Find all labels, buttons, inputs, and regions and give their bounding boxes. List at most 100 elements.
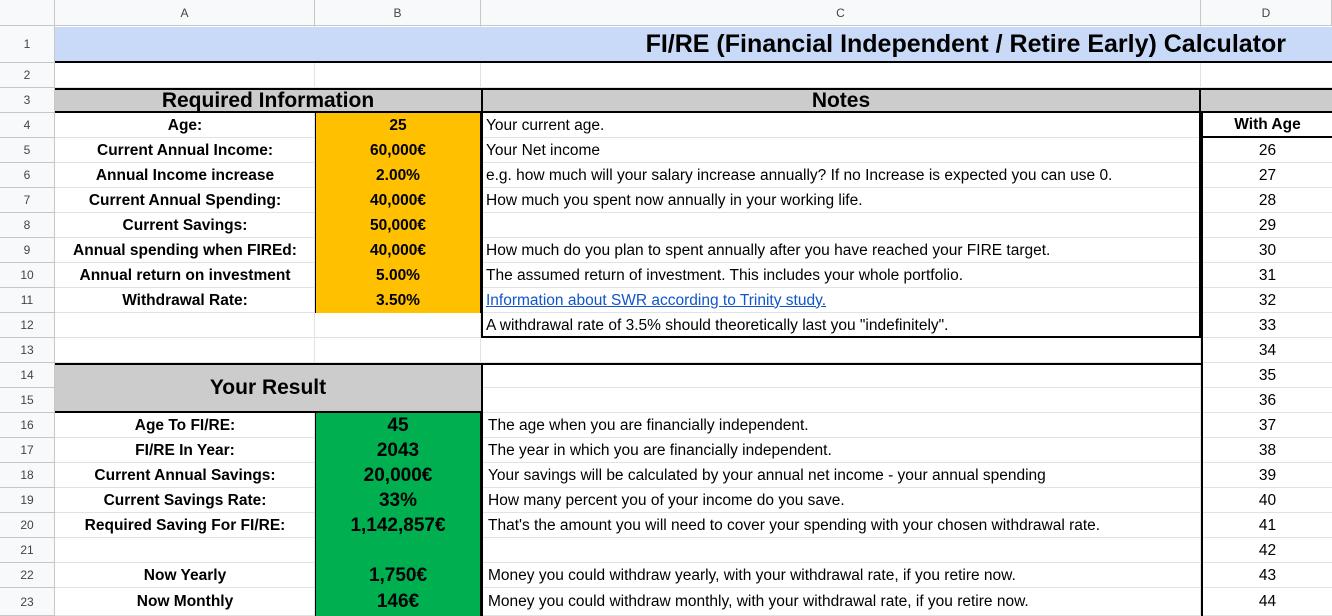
note-text: Your savings will be calculated by your …	[481, 463, 1201, 488]
note-text: The assumed return of investment. This i…	[486, 266, 964, 284]
result-label: Current Annual Savings:	[94, 466, 276, 484]
row-header-22[interactable]: 22	[0, 563, 55, 588]
row-header-18[interactable]: 18	[0, 463, 55, 488]
note-text: How much do you plan to spent annually a…	[486, 241, 1051, 259]
swr-info-link-text[interactable]: Information about SWR according to Trini…	[486, 292, 826, 310]
result-label: Now Yearly	[143, 566, 227, 584]
result-value: 45	[315, 413, 481, 438]
result-value: 2043	[315, 438, 481, 463]
age-value: 38	[1201, 438, 1332, 463]
age-value: 26	[1201, 138, 1332, 163]
age-column-header-blank	[1201, 88, 1332, 113]
required-input[interactable]: 2.00%	[315, 163, 481, 188]
note-text	[481, 213, 1201, 238]
row-header-4[interactable]: 4	[0, 113, 55, 138]
age-value: 42	[1201, 538, 1332, 563]
row-header-20[interactable]: 20	[0, 513, 55, 538]
row-header-9[interactable]: 9	[0, 238, 55, 263]
required-input[interactable]: 60,000€	[315, 138, 481, 163]
row-header-14[interactable]: 14	[0, 363, 55, 388]
age-value: 27	[1201, 163, 1332, 188]
row-header-16[interactable]: 16	[0, 413, 55, 438]
row-header-19[interactable]: 19	[0, 488, 55, 513]
notes-box-result-top	[481, 363, 1201, 413]
swr-info-link[interactable]: Information about SWR according to Trini…	[481, 288, 1201, 313]
column-header-c[interactable]: C	[481, 0, 1201, 26]
age-value: 29	[1201, 213, 1332, 238]
row-header-1[interactable]: 1	[0, 26, 55, 63]
row-header-7[interactable]: 7	[0, 188, 55, 213]
row-header-21[interactable]: 21	[0, 538, 55, 563]
result-header: Your Result	[55, 363, 481, 413]
age-value: 31	[1201, 263, 1332, 288]
result-label: Age To FI/RE:	[134, 416, 236, 434]
age-value: 44	[1201, 588, 1332, 616]
row-header-23[interactable]: 23	[0, 588, 55, 616]
column-header-d[interactable]: D	[1201, 0, 1332, 26]
result-label: Now Monthly	[136, 593, 234, 610]
note-text: A withdrawal rate of 3.5% should theoret…	[486, 316, 949, 334]
required-label: Annual spending when FIREd:	[73, 241, 297, 259]
result-label: Required Saving For FI/RE:	[84, 516, 286, 534]
note-text: The age when you are financially indepen…	[481, 413, 1201, 438]
row-header-11[interactable]: 11	[0, 288, 55, 313]
row-header-3[interactable]: 3	[0, 88, 55, 113]
age-value: 41	[1201, 513, 1332, 538]
required-input[interactable]: 40,000€	[315, 188, 481, 213]
required-input[interactable]: 25	[315, 113, 481, 138]
result-value	[315, 538, 481, 563]
required-input[interactable]: 50,000€	[315, 213, 481, 238]
notes-header: Notes	[481, 88, 1201, 113]
required-input[interactable]: 3.50%	[315, 288, 481, 313]
result-value: 33%	[315, 488, 481, 513]
note-text	[481, 538, 1201, 563]
column-header-a[interactable]: A	[55, 0, 315, 26]
note-text: Money you could withdraw monthly, with y…	[481, 588, 1201, 616]
required-input[interactable]: 40,000€	[315, 238, 481, 263]
required-label: Current Annual Income:	[97, 141, 273, 159]
age-value: 40	[1201, 488, 1332, 513]
row-header-15[interactable]: 15	[0, 388, 55, 413]
required-label: Annual return on investment	[79, 266, 291, 284]
result-value: 20,000€	[315, 463, 481, 488]
column-header-b[interactable]: B	[315, 0, 481, 26]
required-label: Current Savings:	[122, 216, 248, 234]
required-label: Current Annual Spending:	[88, 191, 282, 209]
age-value: 37	[1201, 413, 1332, 438]
required-label: Age:	[167, 116, 203, 134]
result-value: 1,142,857€	[315, 513, 481, 538]
row-header-5[interactable]: 5	[0, 138, 55, 163]
age-value: 36	[1201, 388, 1332, 413]
age-value: 43	[1201, 563, 1332, 588]
row-header-13[interactable]: 13	[0, 338, 55, 363]
note-text: The year in which you are financially in…	[481, 438, 1201, 463]
with-age-header: With Age	[1201, 113, 1332, 138]
row-header-12[interactable]: 12	[0, 313, 55, 338]
note-text: Your current age.	[486, 116, 605, 134]
required-info-header: Required Information	[55, 88, 481, 113]
result-label	[55, 538, 315, 563]
required-label: Annual Income increase	[95, 166, 275, 184]
age-value: 39	[1201, 463, 1332, 488]
row-header-10[interactable]: 10	[0, 263, 55, 288]
age-value: 28	[1201, 188, 1332, 213]
page-title: FI/RE (Financial Independent / Retire Ea…	[55, 27, 1332, 63]
note-text: That's the amount you will need to cover…	[481, 513, 1201, 538]
age-value: 32	[1201, 288, 1332, 313]
required-label: Withdrawal Rate:	[122, 291, 248, 309]
row-header-8[interactable]: 8	[0, 213, 55, 238]
select-all-corner[interactable]	[0, 0, 55, 26]
result-value: 146€	[315, 588, 481, 616]
row-header-17[interactable]: 17	[0, 438, 55, 463]
result-value: 1,750€	[315, 563, 481, 588]
note-text: Money you could withdraw yearly, with yo…	[481, 563, 1201, 588]
age-value: 30	[1201, 238, 1332, 263]
note-text: e.g. how much will your salary increase …	[486, 166, 1113, 184]
row-header-2[interactable]: 2	[0, 63, 55, 88]
spreadsheet: A B C D 1 2 3 4 5 6 7 8 9 10 11 12 13 14 15 16 17 18 19 20 21 22 2…	[0, 0, 1332, 616]
result-label: FI/RE In Year:	[135, 441, 235, 459]
age-value: 33	[1201, 313, 1332, 338]
note-text: How many percent you of your income do y…	[481, 488, 1201, 513]
row-header-6[interactable]: 6	[0, 163, 55, 188]
required-input[interactable]: 5.00%	[315, 263, 481, 288]
